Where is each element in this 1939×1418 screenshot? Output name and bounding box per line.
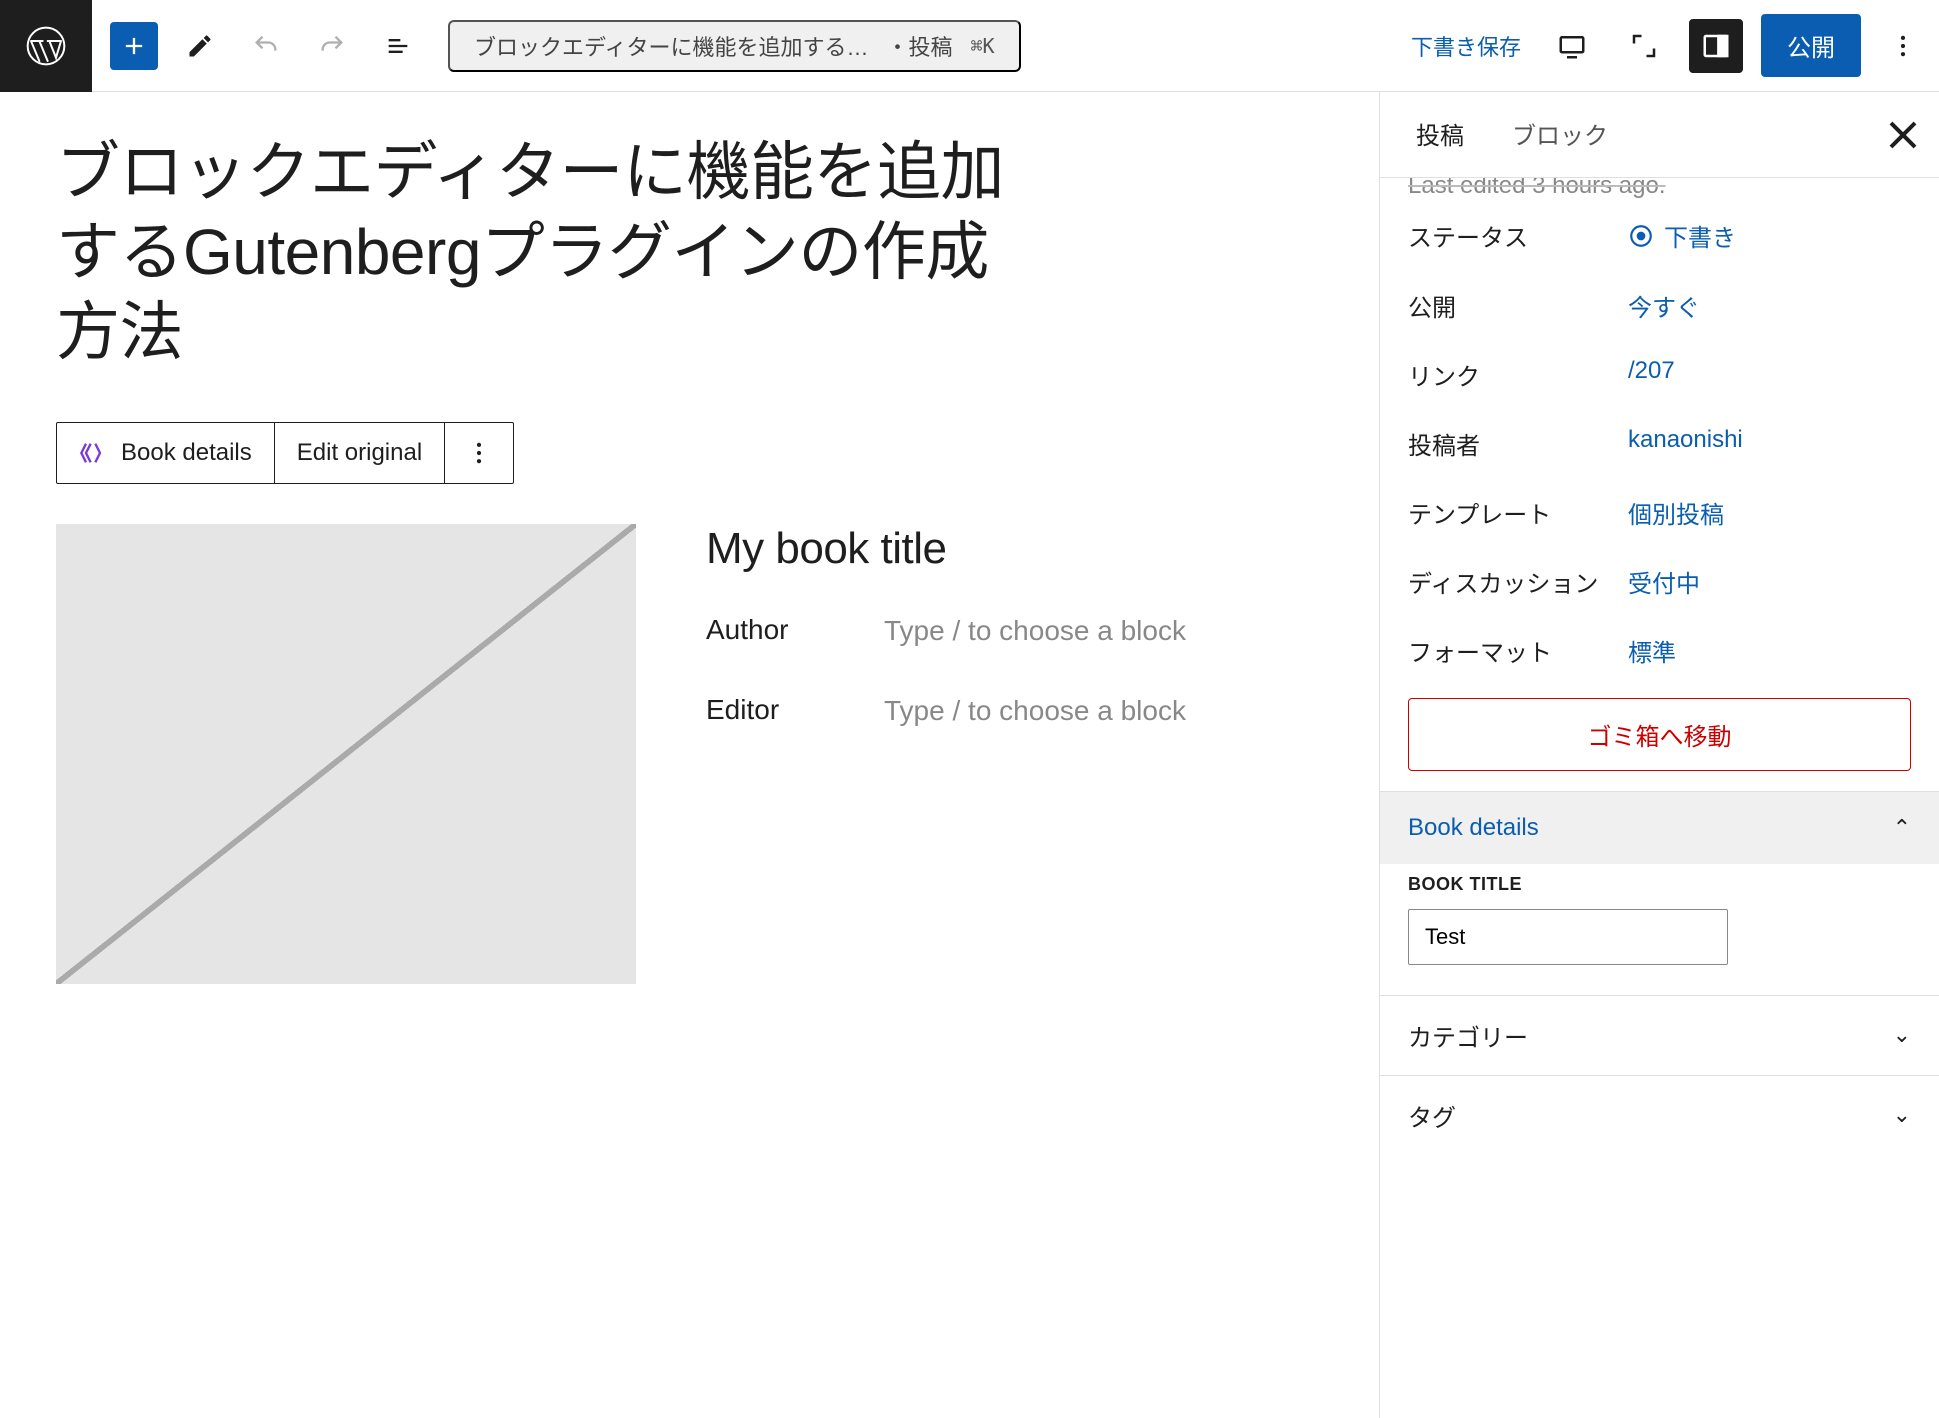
diamond-icon: [79, 439, 107, 467]
publish-button[interactable]: 公開: [1761, 14, 1861, 77]
fullscreen-button[interactable]: [1617, 19, 1671, 73]
more-options-button[interactable]: [1879, 22, 1927, 70]
format-label: フォーマット: [1408, 633, 1608, 668]
status-value-button[interactable]: 下書き: [1628, 218, 1736, 253]
settings-sidebar: 投稿 ブロック Last edited 3 hours ago. ステータス 下…: [1379, 92, 1939, 1418]
chevron-up-icon: ⌃: [1893, 815, 1911, 841]
command-bar[interactable]: ブロックエディターに機能を追加する… ・投稿 ⌘K: [448, 20, 1021, 72]
tab-block[interactable]: ブロック: [1488, 94, 1632, 176]
command-bar-title: ブロックエディターに機能を追加する…: [474, 30, 868, 62]
panel-book-details-header[interactable]: Book details ⌃: [1380, 792, 1939, 864]
close-sidebar-button[interactable]: [1879, 111, 1927, 159]
sidebar-tabs: 投稿 ブロック: [1380, 92, 1939, 178]
status-label: ステータス: [1408, 218, 1608, 253]
template-value-button[interactable]: 個別投稿: [1628, 495, 1724, 530]
pencil-icon: [186, 32, 214, 60]
preview-button[interactable]: [1545, 19, 1599, 73]
author-value-placeholder[interactable]: Type / to choose a block: [884, 612, 1266, 650]
undo-icon: [252, 32, 280, 60]
chevron-down-icon: ⌄: [1893, 1022, 1911, 1048]
expand-icon: [1629, 31, 1659, 61]
block-more-button[interactable]: [445, 423, 513, 483]
link-value-button[interactable]: /207: [1628, 357, 1675, 385]
chevron-down-icon: ⌄: [1893, 1102, 1911, 1128]
panel-tags-header[interactable]: タグ ⌄: [1380, 1076, 1939, 1155]
book-title-heading[interactable]: My book title: [706, 524, 1266, 574]
add-block-button[interactable]: [110, 22, 158, 70]
plus-icon: [120, 32, 148, 60]
discussion-label: ディスカッション: [1408, 564, 1608, 599]
top-toolbar: ブロックエディターに機能を追加する… ・投稿 ⌘K 下書き保存 公開: [0, 0, 1939, 92]
document-outline-button[interactable]: [374, 22, 422, 70]
editor-label: Editor: [706, 692, 836, 726]
publish-value-button[interactable]: 今すぐ: [1628, 288, 1700, 323]
desktop-icon: [1557, 31, 1587, 61]
redo-button[interactable]: [308, 22, 356, 70]
edit-original-label: Edit original: [297, 439, 422, 467]
wordpress-logo[interactable]: [0, 0, 92, 92]
panel-categories-header[interactable]: カテゴリー ⌄: [1380, 996, 1939, 1075]
save-draft-button[interactable]: 下書き保存: [1405, 22, 1527, 70]
sidebar-icon: [1701, 31, 1731, 61]
block-toolbar: Book details Edit original: [56, 422, 514, 484]
wordpress-icon: [26, 26, 66, 66]
editor-value-placeholder[interactable]: Type / to choose a block: [884, 692, 1266, 730]
post-title[interactable]: ブロックエディターに機能を追加するGutenbergプラグインの作成方法: [56, 132, 1016, 372]
author-label: Author: [706, 612, 836, 646]
command-bar-shortcut: ⌘K: [970, 34, 994, 58]
link-label: リンク: [1408, 357, 1608, 392]
trash-button[interactable]: ゴミ箱へ移動: [1408, 698, 1911, 771]
publish-label: 公開: [1408, 288, 1608, 323]
author-value-button[interactable]: kanaonishi: [1628, 426, 1743, 454]
block-type-button[interactable]: Book details: [57, 423, 275, 483]
image-placeholder[interactable]: [56, 524, 636, 984]
redo-icon: [318, 32, 346, 60]
status-circle-icon: [1628, 223, 1654, 249]
panel-tags-title: タグ: [1408, 1098, 1456, 1133]
close-icon: [1879, 111, 1927, 159]
edit-original-button[interactable]: Edit original: [275, 423, 445, 483]
kebab-icon: [465, 439, 493, 467]
tab-post[interactable]: 投稿: [1392, 94, 1488, 176]
author-label-side: 投稿者: [1408, 426, 1608, 461]
block-type-label: Book details: [121, 439, 252, 467]
editor-canvas[interactable]: ブロックエディターに機能を追加するGutenbergプラグインの作成方法 Boo…: [0, 92, 1379, 1418]
kebab-icon: [1889, 32, 1917, 60]
book-details-block[interactable]: My book title Author Type / to choose a …: [56, 524, 1323, 984]
command-bar-type: ・投稿: [886, 30, 952, 62]
book-title-field-label: Book Title: [1408, 874, 1911, 895]
discussion-value-button[interactable]: 受付中: [1628, 564, 1700, 599]
format-value-button[interactable]: 標準: [1628, 633, 1676, 668]
undo-button[interactable]: [242, 22, 290, 70]
template-label: テンプレート: [1408, 495, 1608, 530]
list-icon: [384, 32, 412, 60]
book-title-input[interactable]: [1408, 909, 1728, 965]
panel-book-details-title: Book details: [1408, 814, 1539, 842]
panel-categories-title: カテゴリー: [1408, 1018, 1528, 1053]
last-edited-text: Last edited 3 hours ago.: [1380, 178, 1939, 200]
settings-sidebar-toggle[interactable]: [1689, 19, 1743, 73]
edit-mode-button[interactable]: [176, 22, 224, 70]
